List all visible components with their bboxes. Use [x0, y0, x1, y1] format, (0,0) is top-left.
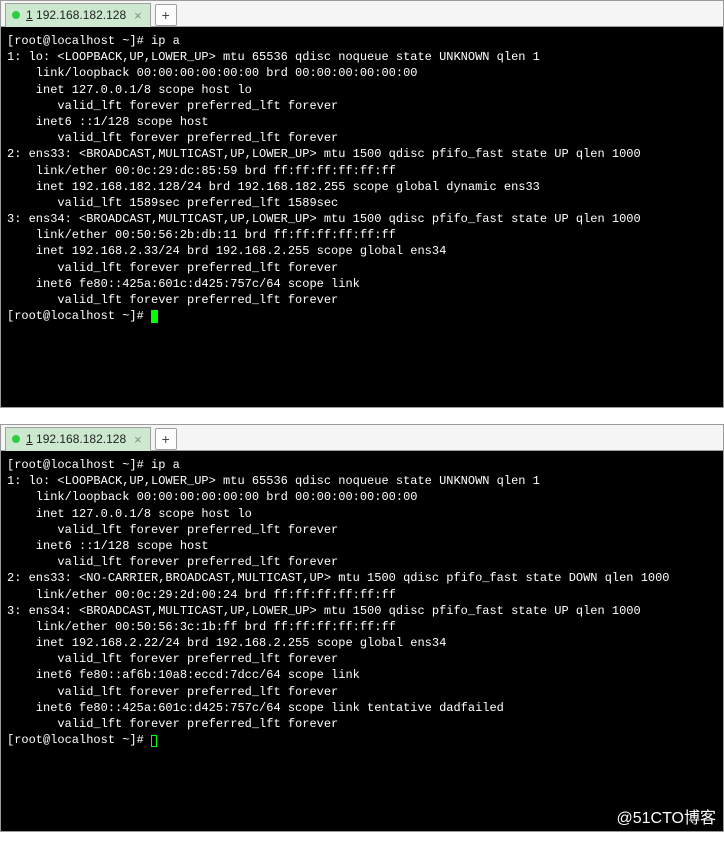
cursor-icon: [151, 735, 157, 747]
output-line: valid_lft forever preferred_lft forever: [7, 555, 338, 569]
output-line: valid_lft forever preferred_lft forever: [7, 717, 338, 731]
output-line: inet6 ::1/128 scope host: [7, 115, 209, 129]
cursor-icon: [151, 310, 158, 323]
output-line: inet6 fe80::af6b:10a8:eccd:7dcc/64 scope…: [7, 668, 360, 682]
output-line: inet 127.0.0.1/8 scope host lo: [7, 507, 252, 521]
output-line: valid_lft forever preferred_lft forever: [7, 99, 338, 113]
output-line: valid_lft forever preferred_lft forever: [7, 131, 338, 145]
output-line: link/ether 00:50:56:3c:1b:ff brd ff:ff:f…: [7, 620, 396, 634]
output-line: 3: ens34: <BROADCAST,MULTICAST,UP,LOWER_…: [7, 604, 641, 618]
output-line: inet 127.0.0.1/8 scope host lo: [7, 83, 252, 97]
output-line: inet 192.168.2.22/24 brd 192.168.2.255 s…: [7, 636, 446, 650]
output-line: inet6 fe80::425a:601c:d425:757c/64 scope…: [7, 701, 504, 715]
output-line: link/ether 00:0c:29:2d:00:24 brd ff:ff:f…: [7, 588, 396, 602]
output-line: link/loopback 00:00:00:00:00:00 brd 00:0…: [7, 66, 417, 80]
tab-active[interactable]: 1 192.168.182.128 ×: [5, 427, 151, 451]
new-tab-button[interactable]: +: [155, 428, 177, 450]
prompt-line: [root@localhost ~]# ip a: [7, 34, 180, 48]
output-line: 2: ens33: <BROADCAST,MULTICAST,UP,LOWER_…: [7, 147, 641, 161]
output-line: valid_lft 1589sec preferred_lft 1589sec: [7, 196, 338, 210]
close-icon[interactable]: ×: [132, 9, 144, 22]
output-line: 1: lo: <LOOPBACK,UP,LOWER_UP> mtu 65536 …: [7, 50, 540, 64]
tab-bar: 1 192.168.182.128 × +: [1, 425, 723, 451]
output-line: valid_lft forever preferred_lft forever: [7, 652, 338, 666]
output-line: valid_lft forever preferred_lft forever: [7, 261, 338, 275]
output-line: inet 192.168.2.33/24 brd 192.168.2.255 s…: [7, 244, 446, 258]
output-line: inet6 ::1/128 scope host: [7, 539, 209, 553]
terminal-window-top: 1 192.168.182.128 × + [root@localhost ~]…: [0, 0, 724, 408]
output-line: inet 192.168.182.128/24 brd 192.168.182.…: [7, 180, 540, 194]
output-line: 1: lo: <LOOPBACK,UP,LOWER_UP> mtu 65536 …: [7, 474, 540, 488]
close-icon[interactable]: ×: [132, 433, 144, 446]
prompt-line: [root@localhost ~]# ip a: [7, 458, 180, 472]
new-tab-button[interactable]: +: [155, 4, 177, 26]
prompt-empty: [root@localhost ~]#: [7, 309, 151, 323]
output-line: 2: ens33: <NO-CARRIER,BROADCAST,MULTICAS…: [7, 571, 670, 585]
tab-bar: 1 192.168.182.128 × +: [1, 1, 723, 27]
tab-title: 1 192.168.182.128: [26, 432, 126, 446]
output-line: link/ether 00:50:56:2b:db:11 brd ff:ff:f…: [7, 228, 396, 242]
output-line: valid_lft forever preferred_lft forever: [7, 685, 338, 699]
output-line: 3: ens34: <BROADCAST,MULTICAST,UP,LOWER_…: [7, 212, 641, 226]
output-line: valid_lft forever preferred_lft forever: [7, 523, 338, 537]
prompt-empty: [root@localhost ~]#: [7, 733, 151, 747]
output-line: inet6 fe80::425a:601c:d425:757c/64 scope…: [7, 277, 360, 291]
terminal-output-top[interactable]: [root@localhost ~]# ip a 1: lo: <LOOPBAC…: [1, 27, 723, 407]
output-line: link/loopback 00:00:00:00:00:00 brd 00:0…: [7, 490, 417, 504]
terminal-output-bottom[interactable]: [root@localhost ~]# ip a 1: lo: <LOOPBAC…: [1, 451, 723, 831]
tab-active[interactable]: 1 192.168.182.128 ×: [5, 3, 151, 27]
output-line: valid_lft forever preferred_lft forever: [7, 293, 338, 307]
tab-title: 1 192.168.182.128: [26, 8, 126, 22]
status-dot-connected-icon: [12, 435, 20, 443]
output-line: link/ether 00:0c:29:dc:85:59 brd ff:ff:f…: [7, 164, 396, 178]
terminal-window-bottom: 1 192.168.182.128 × + [root@localhost ~]…: [0, 424, 724, 832]
status-dot-connected-icon: [12, 11, 20, 19]
